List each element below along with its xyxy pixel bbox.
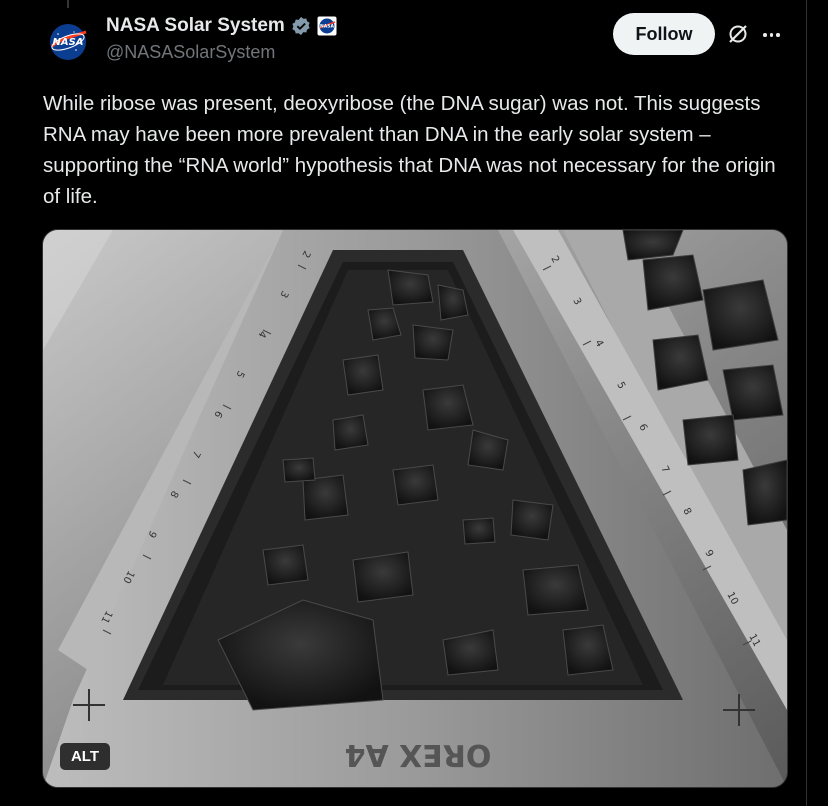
- nasa-logo-icon: NASA: [50, 24, 87, 60]
- tray-label: OREX A4: [345, 737, 492, 772]
- avatar[interactable]: NASA: [46, 20, 90, 64]
- asteroid-sample-tray-photo: OREX A4 234567891011234567891011: [43, 230, 787, 787]
- svg-text:NASA: NASA: [52, 37, 83, 48]
- svg-text:NASA: NASA: [320, 24, 334, 30]
- follow-button[interactable]: Follow: [613, 13, 715, 55]
- grok-icon[interactable]: [727, 23, 749, 45]
- author-handle[interactable]: @NASASolarSystem: [106, 42, 275, 63]
- post-image[interactable]: OREX A4 2 3 4 5 6 7 8 9 10 11 2 3 4 5 6 7 8 9 10 11: [42, 229, 788, 788]
- alt-text-button[interactable]: ALT: [60, 743, 110, 770]
- verified-badge-icon[interactable]: [291, 16, 311, 36]
- column-divider: [806, 0, 807, 806]
- more-icon[interactable]: [763, 33, 780, 37]
- post-text: While ribose was present, deoxyribose (t…: [43, 92, 776, 208]
- author-name-row: NASA Solar System NASA: [106, 14, 337, 38]
- thread-line: [67, 0, 69, 8]
- nasa-affiliation-badge-icon[interactable]: NASA: [317, 16, 337, 36]
- author-name[interactable]: NASA Solar System: [106, 15, 285, 37]
